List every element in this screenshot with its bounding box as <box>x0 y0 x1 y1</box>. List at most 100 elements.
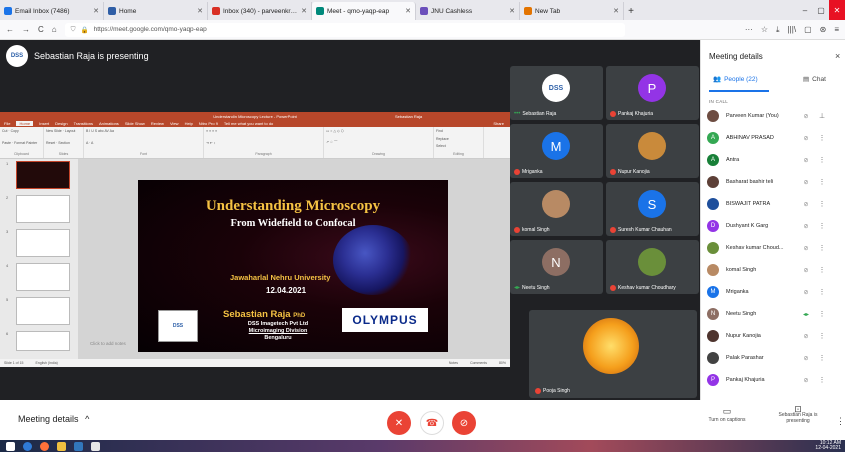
more-options-icon[interactable]: ⋮ <box>814 178 830 186</box>
browser-tab[interactable]: Home ✕ <box>104 2 208 20</box>
mic-off-icon[interactable]: ⊘ <box>798 245 814 252</box>
close-icon[interactable]: ✕ <box>197 7 203 15</box>
participant-row[interactable]: D Dushyant K Garg ⊘ ⋮ <box>705 218 843 234</box>
minimize-icon[interactable]: – <box>797 0 813 20</box>
browser-tab-active[interactable]: Meet - qmo-yaqp-eap ✕ <box>312 2 416 20</box>
mic-off-icon[interactable]: ⊘ <box>798 113 814 120</box>
participant-row[interactable]: Palak Parashar ⊘ ⋮ <box>705 350 843 366</box>
tab-label: Email Inbox (7486) <box>15 7 70 15</box>
language: English (India) <box>35 361 58 365</box>
forward-icon[interactable]: → <box>22 25 30 34</box>
menu-icon[interactable]: ≡ <box>834 25 839 35</box>
participant-avatar: N <box>542 248 570 276</box>
participant-tile[interactable]: P Pankaj Khajuria <box>606 66 699 120</box>
browser-tab[interactable]: Inbox (340) - parveenkr@gm... ✕ <box>208 2 312 20</box>
close-icon[interactable]: ✕ <box>509 7 515 15</box>
participant-tile[interactable]: komal Singh <box>510 182 603 236</box>
address-bar[interactable]: ⛉ 🔒 https://meet.google.com/qmo-yaqp-eap <box>64 22 625 37</box>
mic-off-icon[interactable]: ⊘ <box>798 179 814 186</box>
participant-tile[interactable]: M Mriganka <box>510 124 603 178</box>
participant-row[interactable]: A ABHINAV PRASAD ⊘ ⋮ <box>705 130 843 146</box>
participant-tile[interactable]: Nupur Kanojia <box>606 124 699 178</box>
meet-favicon-icon <box>316 7 324 15</box>
close-window-icon[interactable]: ✕ <box>829 0 845 20</box>
more-options-icon[interactable]: ⋮ <box>814 354 830 362</box>
more-options-icon[interactable]: ⋮ <box>814 156 830 164</box>
new-tab-button[interactable]: + <box>624 2 638 20</box>
browser-tab[interactable]: Email Inbox (7486) ✕ <box>0 2 104 20</box>
close-icon[interactable]: × <box>835 51 840 61</box>
browser-tab[interactable]: New Tab ✕ <box>520 2 624 20</box>
mic-off-icon[interactable]: ⊘ <box>798 267 814 274</box>
participant-row[interactable]: Parveen Kumar (You) ⊘ ⊥ <box>705 108 843 124</box>
sidebar-icon[interactable]: ▢ <box>804 25 812 35</box>
more-options-icon[interactable]: ⋮ <box>814 222 830 230</box>
more-options-icon[interactable]: ⋮ <box>814 376 830 384</box>
pin-icon[interactable]: ⊥ <box>814 112 830 120</box>
more-options-icon[interactable]: ⋮ <box>836 416 845 427</box>
account-icon[interactable]: ⊛ <box>820 25 827 35</box>
back-icon[interactable]: ← <box>6 25 14 34</box>
participant-row[interactable]: N Neetu Singh ◂▸ ⋮ <box>705 306 843 322</box>
app-icon[interactable] <box>23 441 32 451</box>
tab-people[interactable]: 👥 People (22) <box>713 75 758 84</box>
more-options-icon[interactable]: ⋮ <box>814 332 830 340</box>
app-icon[interactable] <box>91 441 100 451</box>
more-options-icon[interactable]: ⋮ <box>814 266 830 274</box>
leave-call-button[interactable]: ☎ <box>420 411 444 435</box>
reload-icon[interactable]: C <box>38 25 44 34</box>
camera-toggle-button[interactable]: ⊘ <box>452 411 476 435</box>
more-options-icon[interactable]: ⋮ <box>814 244 830 252</box>
participant-tile[interactable]: DSS ••• Sebastian Raja <box>510 66 603 120</box>
edge-icon[interactable] <box>74 441 83 451</box>
mic-off-icon[interactable]: ⊘ <box>798 157 814 164</box>
mic-off-icon[interactable]: ⊘ <box>798 355 814 362</box>
self-tile[interactable]: Pooja Singh <box>529 310 697 398</box>
tab-chat[interactable]: ▤ Chat <box>803 75 826 84</box>
file-explorer-icon[interactable] <box>57 441 66 451</box>
more-options-icon[interactable]: ⋮ <box>814 200 830 208</box>
tile-name: Sebastian Raja <box>522 111 557 117</box>
library-icon[interactable]: |||\ <box>788 25 796 35</box>
home-icon[interactable]: ⌂ <box>52 25 57 34</box>
participant-row[interactable]: A Antra ⊘ ⋮ <box>705 152 843 168</box>
participant-tile[interactable]: S Suresh Kumar Chauhan <box>606 182 699 236</box>
mic-off-icon[interactable]: ⊘ <box>798 201 814 208</box>
participant-row[interactable]: komal Singh ⊘ ⋮ <box>705 262 843 278</box>
close-icon[interactable]: ✕ <box>613 7 619 15</box>
firefox-icon[interactable] <box>40 441 49 451</box>
mic-off-icon[interactable]: ⊘ <box>798 289 814 296</box>
presenting-button[interactable]: ⊡ Sebastian Raja is presenting <box>768 405 828 425</box>
mic-off-icon <box>610 285 616 291</box>
mic-off-icon[interactable]: ⊘ <box>798 135 814 142</box>
more-options-icon[interactable]: ⋮ <box>814 310 830 318</box>
participant-row[interactable]: P Pankaj Khajuria ⊘ ⋮ <box>705 372 843 388</box>
captions-button[interactable]: ▭ Turn on captions <box>702 406 752 423</box>
mic-off-icon[interactable]: ⊘ <box>798 377 814 384</box>
mic-toggle-button[interactable]: ✕ <box>387 411 411 435</box>
participant-row[interactable]: M Mriganka ⊘ ⋮ <box>705 284 843 300</box>
download-icon[interactable]: ⤓ <box>776 25 780 35</box>
browser-tab[interactable]: JNU Cashless ✕ <box>416 2 520 20</box>
participant-row[interactable]: Basharat bashir teli ⊘ ⋮ <box>705 174 843 190</box>
participant-row[interactable]: Keshav kumar Choud... ⊘ ⋮ <box>705 240 843 256</box>
more-options-icon[interactable]: ⋮ <box>814 134 830 142</box>
mic-off-icon[interactable]: ⊘ <box>798 333 814 340</box>
system-tray: 10:12 AM 12-04-2021 <box>815 441 845 451</box>
windows-start-icon[interactable] <box>6 441 15 451</box>
speaking-icon[interactable]: ◂▸ <box>798 311 814 318</box>
meeting-details-button[interactable]: Meeting details ^ <box>18 414 89 424</box>
maximize-icon[interactable]: ▢ <box>813 0 829 20</box>
page-actions-icon[interactable]: ··· <box>745 25 753 35</box>
participant-tile[interactable]: Keshav kumar Choudhary <box>606 240 699 294</box>
participant-row[interactable]: BISWAJIT PATRA ⊘ ⋮ <box>705 196 843 212</box>
bookmark-icon[interactable]: ☆ <box>761 25 768 35</box>
participant-row[interactable]: Nupur Kanojia ⊘ ⋮ <box>705 328 843 344</box>
mic-off-icon[interactable]: ⊘ <box>798 223 814 230</box>
close-icon[interactable]: ✕ <box>405 7 411 15</box>
ppt-tab: Nitro Pro 9 <box>198 121 218 126</box>
close-icon[interactable]: ✕ <box>301 7 307 15</box>
participant-tile[interactable]: N ◂▸ Neetu Singh <box>510 240 603 294</box>
more-options-icon[interactable]: ⋮ <box>814 288 830 296</box>
close-icon[interactable]: ✕ <box>93 7 99 15</box>
